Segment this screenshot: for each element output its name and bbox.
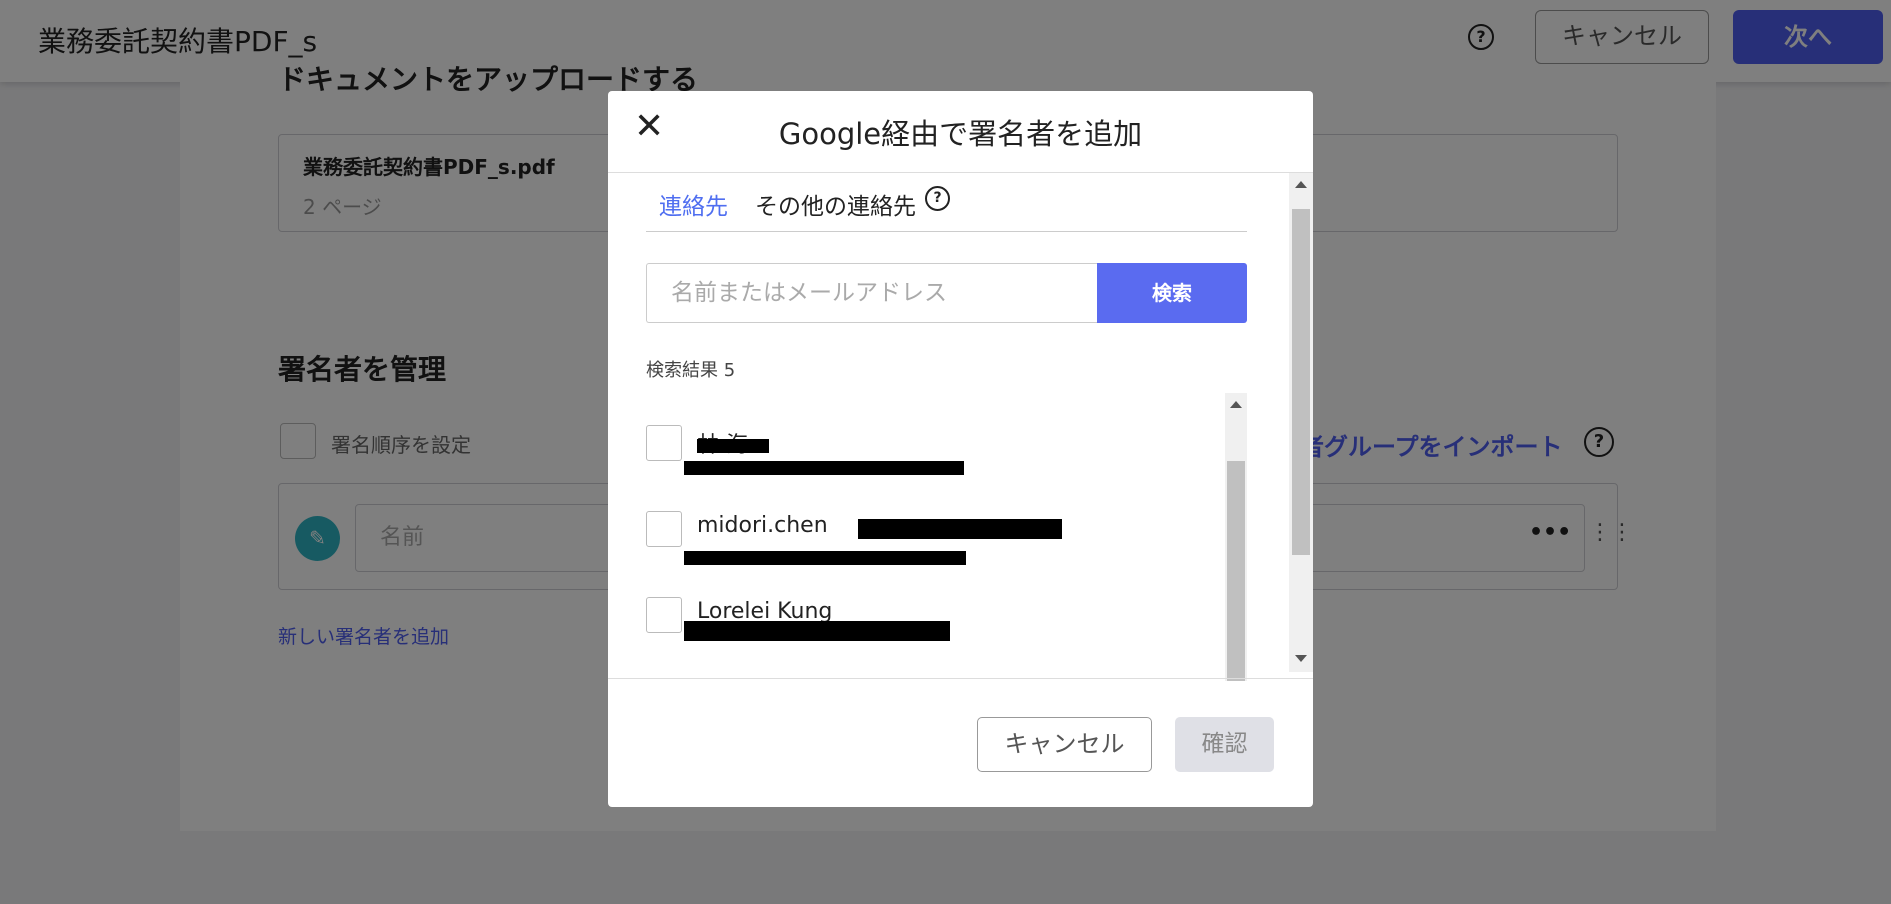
list-item[interactable]: 林 海 — [646, 425, 1206, 485]
search-button[interactable]: 検索 — [1097, 263, 1247, 323]
results-scrollbar[interactable] — [1225, 393, 1247, 681]
redaction — [697, 439, 769, 453]
tab-other-contacts[interactable]: その他の連絡先 — [755, 187, 916, 221]
result-checkbox[interactable] — [646, 597, 682, 633]
contact-name: midori.chen — [697, 513, 828, 538]
list-item[interactable]: Lorelei Kung — [646, 597, 1206, 657]
scroll-up-icon[interactable] — [1295, 181, 1307, 188]
tab-contacts[interactable]: 連絡先 — [659, 187, 728, 221]
redaction — [858, 519, 1062, 539]
scrollbar-thumb[interactable] — [1292, 209, 1310, 555]
dialog-scrollbar[interactable] — [1289, 173, 1313, 672]
confirm-button[interactable]: 確認 — [1175, 717, 1274, 772]
search-input[interactable]: 名前またはメールアドレス — [646, 263, 1097, 323]
tabs-divider — [646, 231, 1247, 232]
dialog-title: Google経由で署名者を追加 — [778, 117, 1143, 151]
scroll-up-icon[interactable] — [1230, 401, 1242, 408]
redaction — [684, 551, 966, 565]
add-signer-dialog: ✕ Google経由で署名者を追加 連絡先 その他の連絡先 ? 名前またはメール… — [608, 91, 1313, 807]
help-icon[interactable]: ? — [925, 186, 950, 211]
results-count: 検索結果 5 — [646, 360, 736, 381]
scroll-down-icon[interactable] — [1295, 655, 1307, 662]
result-checkbox[interactable] — [646, 511, 682, 547]
redaction — [684, 461, 964, 475]
redaction — [684, 621, 950, 641]
result-checkbox[interactable] — [646, 425, 682, 461]
dialog-cancel-button[interactable]: キャンセル — [977, 717, 1152, 772]
divider — [608, 678, 1313, 679]
scrollbar-thumb[interactable] — [1227, 461, 1245, 681]
divider — [608, 172, 1313, 173]
list-item[interactable]: midori.chen — [646, 511, 1206, 571]
